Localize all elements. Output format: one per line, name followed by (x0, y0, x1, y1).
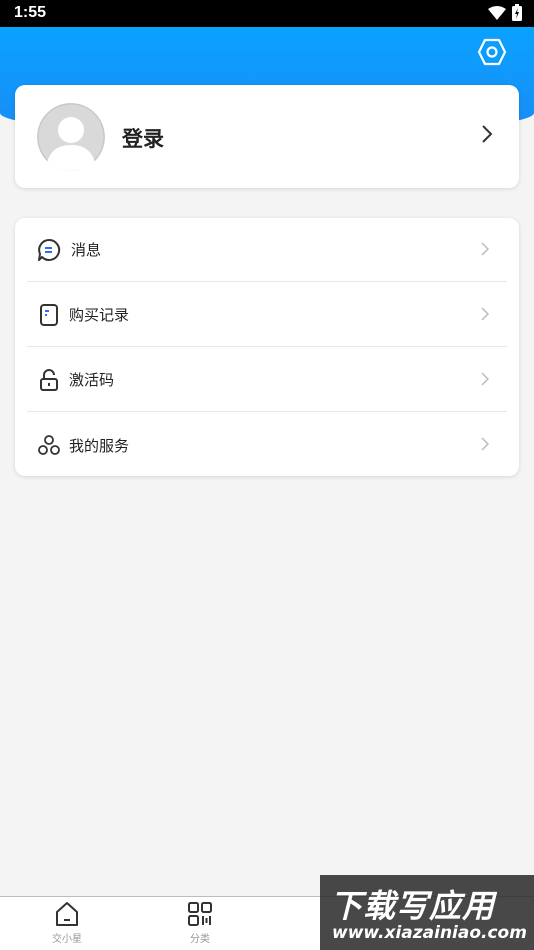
watermark-overlay: 下载写应用 www.xiazainiao.com (320, 875, 534, 950)
chevron-right-icon (481, 307, 489, 321)
settings-button[interactable] (477, 38, 507, 66)
settings-hexagon-icon (477, 38, 507, 66)
tab-label: 交小星 (52, 934, 82, 945)
menu-item-my-services[interactable]: 我的服务 (27, 413, 507, 477)
status-icons (488, 4, 522, 21)
home-icon (56, 902, 78, 926)
menu-item-label: 我的服务 (69, 436, 130, 455)
tab-category[interactable]: 分类 (160, 901, 240, 949)
battery-icon (512, 4, 522, 21)
menu-item-label: 购买记录 (69, 306, 130, 324)
status-bar: 1:55 (0, 0, 534, 27)
menu-item-activation-code[interactable]: 激活码 (27, 348, 507, 412)
chevron-right-icon (481, 242, 489, 256)
menu-item-purchase-history[interactable]: 购买记录 (27, 283, 507, 347)
watermark-url: www.xiazainiao.com (332, 923, 527, 943)
lock-icon (37, 368, 61, 392)
message-icon (37, 238, 61, 262)
menu-item-label: 消息 (71, 241, 102, 259)
avatar (37, 103, 105, 171)
login-label: 登录 (122, 127, 164, 151)
chevron-right-icon (481, 372, 489, 386)
chevron-right-icon (482, 125, 493, 143)
menu-card: 消息 购买记录 激活码 我的服务 (15, 218, 519, 476)
chevron-right-icon (481, 437, 489, 451)
tab-label: 分类 (190, 934, 210, 945)
services-icon (37, 433, 61, 457)
status-time: 1:55 (14, 4, 47, 21)
category-icon (188, 902, 212, 926)
watermark-title: 下载写应用 (330, 887, 496, 925)
login-card[interactable]: 登录 (15, 85, 519, 188)
wifi-icon (488, 5, 506, 20)
menu-item-messages[interactable]: 消息 (27, 218, 507, 282)
receipt-icon (37, 303, 61, 327)
menu-item-label: 激活码 (69, 371, 115, 389)
default-avatar-icon (37, 103, 105, 171)
tab-home[interactable]: 交小星 (27, 901, 107, 949)
